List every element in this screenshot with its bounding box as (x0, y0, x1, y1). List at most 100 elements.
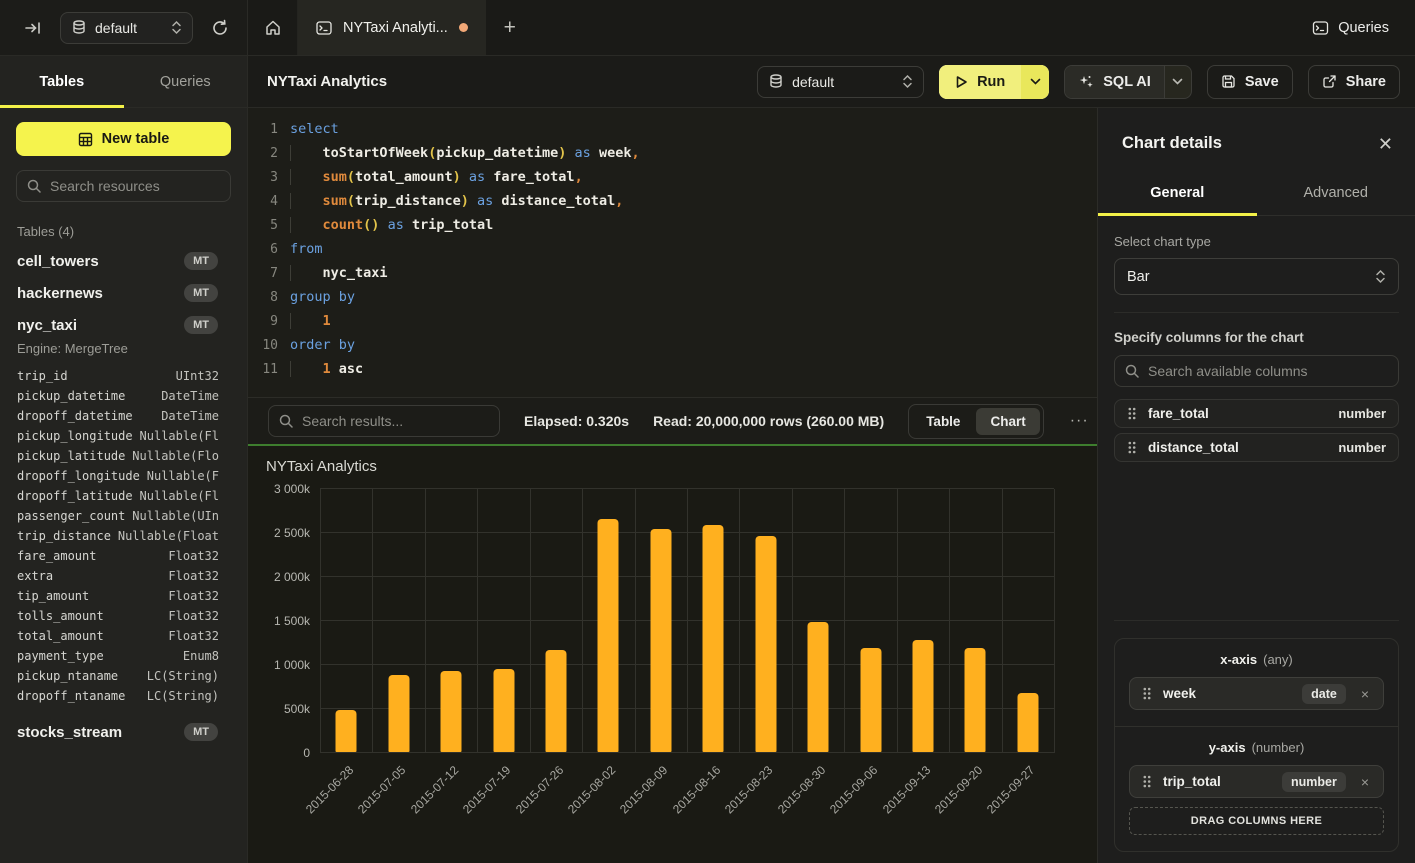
close-panel-button[interactable]: ✕ (1378, 135, 1393, 153)
topbar-right: Queries (1312, 0, 1415, 55)
chip-name: trip_total (1163, 774, 1221, 789)
column-row: fare_amountFloat32 (17, 546, 219, 566)
column-type: UInt32 (176, 369, 219, 383)
remove-chip-button[interactable]: × (1357, 772, 1373, 792)
bar-2015-06-28[interactable] (336, 710, 357, 752)
y-axis-hint: (number) (1252, 740, 1305, 755)
chart-type-select[interactable]: Bar (1114, 258, 1399, 295)
column-chip-fare_total[interactable]: fare_totalnumber (1114, 399, 1399, 428)
columns-search-input[interactable] (1148, 363, 1388, 379)
line-number: 9 (248, 314, 278, 329)
close-icon: × (1361, 686, 1369, 702)
bar-2015-08-30[interactable] (808, 622, 829, 752)
bar-2015-07-12[interactable] (441, 671, 462, 752)
line-number: 4 (248, 194, 278, 209)
center-column: 1select2 toStartOfWeek(pickup_datetime) … (248, 108, 1097, 863)
table-item-stocks_stream[interactable]: stocks_streamMT (16, 716, 231, 748)
column-name: extra (17, 569, 53, 583)
column-row: trip_distanceNullable(Float (17, 526, 219, 546)
terminal-icon (316, 21, 332, 35)
column-type: LC(String) (147, 689, 219, 703)
bar-2015-09-13[interactable] (912, 640, 933, 752)
editor-tab-nytaxi[interactable]: NYTaxi Analyti... (298, 0, 486, 55)
drop-zone[interactable]: DRAG COLUMNS HERE (1129, 807, 1384, 835)
column-row: passenger_countNullable(UIn (17, 506, 219, 526)
home-button[interactable] (248, 0, 298, 55)
line-number: 5 (248, 218, 278, 233)
run-button-main[interactable]: Run (939, 65, 1021, 99)
gridline-vertical (844, 489, 845, 753)
y-tick-label: 2 500k (274, 526, 310, 540)
save-button[interactable]: Save (1207, 65, 1293, 99)
column-name: total_amount (17, 629, 104, 643)
sidebar-tab-tables[interactable]: Tables (0, 56, 124, 107)
results-search[interactable] (268, 405, 500, 437)
results-bar: Elapsed: 0.320s Read: 20,000,000 rows (2… (248, 398, 1097, 444)
arrow-to-bar-icon (24, 19, 42, 37)
bar-2015-08-09[interactable] (650, 529, 671, 752)
search-icon (27, 179, 41, 193)
new-table-button[interactable]: New table (16, 122, 231, 156)
bar-2015-07-05[interactable] (388, 675, 409, 752)
sql-ai-main[interactable]: SQL AI (1065, 66, 1164, 98)
sql-ai-button[interactable]: SQL AI (1064, 65, 1192, 99)
new-table-label: New table (102, 131, 170, 147)
more-options-button[interactable]: ··· (1068, 408, 1091, 434)
database-selector[interactable]: default (60, 12, 193, 44)
run-dropdown-arrow[interactable] (1021, 65, 1049, 99)
column-name: dropoff_longitude (17, 469, 140, 483)
bar-2015-08-02[interactable] (598, 519, 619, 752)
table-item-cell_towers[interactable]: cell_towersMT (16, 245, 231, 277)
table-item-nyc_taxi[interactable]: nyc_taxiMT (16, 309, 231, 341)
divider (1114, 312, 1399, 313)
code-text: from (278, 241, 323, 257)
drag-handle-icon (1127, 441, 1137, 454)
bar-2015-08-23[interactable] (755, 536, 776, 752)
code-line-2: 2 toStartOfWeek(pickup_datetime) as week… (248, 141, 1097, 165)
sql-editor[interactable]: 1select2 toStartOfWeek(pickup_datetime) … (248, 108, 1097, 398)
close-icon: × (1361, 774, 1369, 790)
column-chip-distance_total[interactable]: distance_totalnumber (1114, 433, 1399, 462)
axis-chip-trip_total[interactable]: trip_totalnumber× (1129, 765, 1384, 798)
column-type: DateTime (161, 409, 219, 423)
engine-badge: MT (184, 723, 218, 741)
line-number: 3 (248, 170, 278, 185)
sidebar-tab-queries[interactable]: Queries (124, 56, 248, 107)
topbar: default NYTaxi (0, 0, 1415, 56)
columns-search[interactable] (1114, 355, 1399, 387)
run-button[interactable]: Run (939, 65, 1049, 99)
bar-2015-07-26[interactable] (545, 650, 566, 752)
refresh-button[interactable] (207, 15, 233, 41)
axis-chip-week[interactable]: weekdate× (1129, 677, 1384, 710)
queries-button[interactable]: Queries (1312, 20, 1389, 36)
elapsed-stat: Elapsed: 0.320s (524, 413, 629, 429)
remove-chip-button[interactable]: × (1357, 684, 1373, 704)
share-button[interactable]: Share (1308, 65, 1400, 99)
bar-2015-09-06[interactable] (860, 648, 881, 752)
table-item-hackernews[interactable]: hackernewsMT (16, 277, 231, 309)
tab-general[interactable]: General (1098, 173, 1257, 215)
view-toggle-chart[interactable]: Chart (976, 408, 1039, 435)
resources-search-input[interactable] (50, 178, 231, 194)
column-type: Nullable(Flo (132, 449, 219, 463)
new-tab-button[interactable]: + (486, 0, 534, 55)
tab-advanced[interactable]: Advanced (1257, 173, 1415, 215)
view-toggle-table[interactable]: Table (912, 408, 974, 435)
bar-2015-09-20[interactable] (965, 648, 986, 752)
x-tick-label: 2015-07-26 (513, 763, 566, 816)
chart-plot[interactable] (320, 489, 1054, 753)
bar-2015-09-27[interactable] (1017, 693, 1038, 752)
columns-list: trip_idUInt32pickup_datetimeDateTimedrop… (16, 364, 231, 716)
toolbar-database-selector[interactable]: default (757, 66, 924, 98)
collapse-sidebar-button[interactable] (20, 15, 46, 41)
column-row: tolls_amountFloat32 (17, 606, 219, 626)
results-search-input[interactable] (302, 413, 489, 429)
bar-2015-07-19[interactable] (493, 669, 514, 752)
column-name: fare_amount (17, 549, 96, 563)
resources-search[interactable] (16, 170, 231, 202)
chart-type-label: Select chart type (1114, 234, 1399, 249)
bar-2015-08-16[interactable] (703, 525, 724, 752)
tables-list: cell_towersMThackernewsMTnyc_taxiMTEngin… (16, 245, 231, 748)
column-name: pickup_latitude (17, 449, 125, 463)
sql-ai-dropdown-arrow[interactable] (1164, 66, 1191, 98)
